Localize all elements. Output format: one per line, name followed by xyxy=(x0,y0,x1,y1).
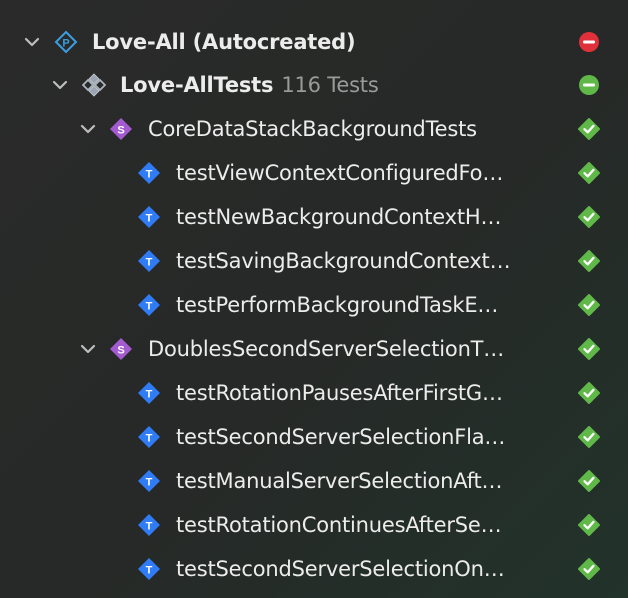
test-bundle-icon xyxy=(82,73,106,97)
passed-status-icon xyxy=(578,162,600,184)
svg-text:T: T xyxy=(146,476,153,488)
svg-text:T: T xyxy=(146,564,153,576)
test-case-icon: T xyxy=(137,381,161,405)
test-plan-diamond-icon: P xyxy=(54,30,78,54)
svg-text:T: T xyxy=(146,520,153,532)
passed-status-icon xyxy=(578,294,600,316)
test-case-row[interactable]: T testSecondServerSelectionOn… xyxy=(0,547,628,591)
target-row[interactable]: Love-AllTests 116 Tests xyxy=(0,63,628,107)
svg-text:S: S xyxy=(117,344,124,356)
svg-text:T: T xyxy=(146,256,153,268)
test-name: testSecondServerSelectionOn… xyxy=(176,557,505,581)
test-case-icon: T xyxy=(137,513,161,537)
svg-text:T: T xyxy=(146,212,153,224)
chevron-down-icon[interactable] xyxy=(50,75,70,95)
test-name: testManualServerSelectionAft… xyxy=(176,469,503,493)
suite-name: DoublesSecondServerSelectionT… xyxy=(148,337,505,361)
passed-status-icon xyxy=(578,206,600,228)
suite-icon: S xyxy=(109,337,133,361)
chevron-down-icon[interactable] xyxy=(78,339,98,359)
chevron-down-icon[interactable] xyxy=(22,32,42,52)
test-case-row[interactable]: T testManualServerSelectionAft… xyxy=(0,459,628,503)
test-name: testSavingBackgroundContext… xyxy=(176,249,511,273)
chevron-down-icon[interactable] xyxy=(78,119,98,139)
test-navigator: P Love-All (Autocreated) Love-AllTests 11… xyxy=(0,0,628,598)
test-case-icon: T xyxy=(137,469,161,493)
svg-text:T: T xyxy=(146,388,153,400)
passed-status-icon xyxy=(578,118,600,140)
passed-status-icon xyxy=(578,338,600,360)
test-name: testRotationPausesAfterFirstG… xyxy=(176,381,503,405)
test-case-icon: T xyxy=(137,425,161,449)
project-name: Love-All (Autocreated) xyxy=(92,30,356,54)
test-case-row[interactable]: T testSecondServerSelectionFla… xyxy=(0,415,628,459)
test-case-row[interactable]: T testSavingBackgroundContext… xyxy=(0,239,628,283)
target-name: Love-AllTests xyxy=(120,73,274,97)
svg-text:P: P xyxy=(62,38,69,50)
test-name: testPerformBackgroundTaskE… xyxy=(176,293,499,317)
passed-status-icon xyxy=(578,250,600,272)
svg-text:S: S xyxy=(117,124,124,136)
test-suite-row[interactable]: S CoreDataStackBackgroundTests xyxy=(0,107,628,151)
failed-status-icon xyxy=(578,31,600,53)
suite-name: CoreDataStackBackgroundTests xyxy=(148,117,477,141)
test-case-icon: T xyxy=(137,249,161,273)
project-row[interactable]: P Love-All (Autocreated) xyxy=(0,20,628,64)
test-case-row[interactable]: T testViewContextConfiguredFo… xyxy=(0,151,628,195)
passed-status-icon xyxy=(578,426,600,448)
svg-text:T: T xyxy=(146,432,153,444)
test-name: testViewContextConfiguredFo… xyxy=(176,161,504,185)
test-name: testRotationContinuesAfterSe… xyxy=(176,513,502,537)
test-name: testSecondServerSelectionFla… xyxy=(176,425,506,449)
test-case-row[interactable]: T testRotationContinuesAfterSe… xyxy=(0,503,628,547)
test-case-icon: T xyxy=(137,161,161,185)
mixed-status-icon xyxy=(578,74,600,96)
target-label: Love-AllTests 116 Tests xyxy=(120,71,560,99)
test-count: 116 Tests xyxy=(281,73,379,97)
test-suite-row[interactable]: S DoublesSecondServerSelectionT… xyxy=(0,327,628,371)
test-case-row[interactable]: T testPerformBackgroundTaskE… xyxy=(0,283,628,327)
passed-status-icon xyxy=(578,558,600,580)
test-case-row[interactable]: T testRotationPausesAfterFirstG… xyxy=(0,371,628,415)
test-case-icon: T xyxy=(137,293,161,317)
passed-status-icon xyxy=(578,382,600,404)
passed-status-icon xyxy=(578,470,600,492)
suite-icon: S xyxy=(109,117,133,141)
test-name: testNewBackgroundContextH… xyxy=(176,205,502,229)
passed-status-icon xyxy=(578,514,600,536)
svg-text:T: T xyxy=(146,168,153,180)
test-case-icon: T xyxy=(137,205,161,229)
test-case-row[interactable]: T testNewBackgroundContextH… xyxy=(0,195,628,239)
svg-text:T: T xyxy=(146,300,153,312)
test-case-icon: T xyxy=(137,557,161,581)
